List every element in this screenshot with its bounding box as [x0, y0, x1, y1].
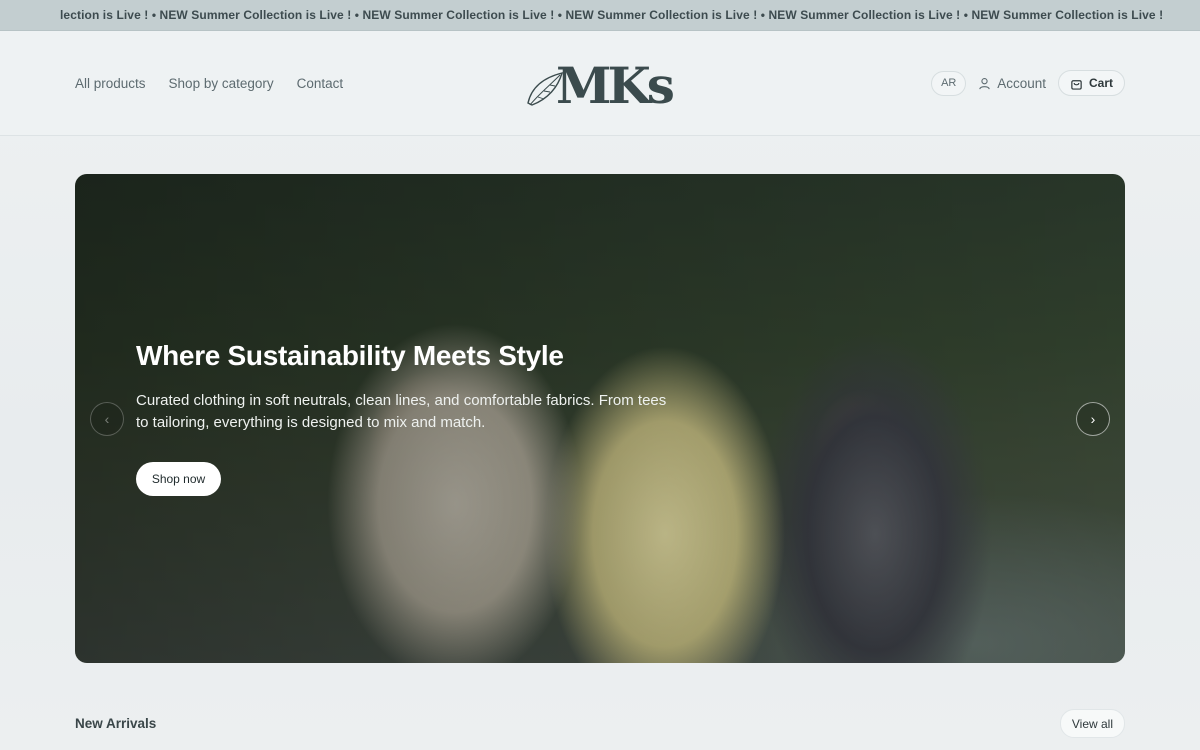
- hero-banner: Where Sustainability Meets Style Curated…: [75, 174, 1125, 663]
- account-label: Account: [997, 75, 1046, 91]
- main-nav: All products Shop by category Contact: [75, 76, 343, 91]
- announcement-text: lection is Live ! • NEW Summer Collectio…: [60, 8, 1164, 22]
- account-link[interactable]: Account: [976, 76, 1048, 91]
- header-actions: AR Account Cart: [931, 70, 1125, 96]
- chevron-left-icon: ‹: [104, 411, 110, 427]
- hero-description: Curated clothing in soft neutrals, clean…: [136, 392, 667, 431]
- shop-now-button[interactable]: Shop now: [136, 462, 221, 496]
- view-all-button[interactable]: View all: [1059, 709, 1125, 738]
- nav-all-products[interactable]: All products: [75, 76, 146, 91]
- leaf-logo-icon: MKs: [527, 56, 678, 115]
- carousel-prev-button[interactable]: ‹: [90, 402, 124, 436]
- announcement-bar: lection is Live ! • NEW Summer Collectio…: [0, 0, 1200, 31]
- cart-label: Cart: [1088, 76, 1113, 90]
- chevron-right-icon: ›: [1090, 411, 1096, 427]
- shopping-bag-icon: [1071, 79, 1082, 90]
- hero-title: Where Sustainability Meets Style: [136, 340, 564, 371]
- brand-logo[interactable]: MKs: [524, 51, 678, 117]
- new-arrivals-title: New Arrivals: [75, 716, 157, 731]
- nav-contact[interactable]: Contact: [297, 76, 344, 91]
- logo-wordmark: MKs: [556, 56, 674, 115]
- carousel-next-button[interactable]: ›: [1076, 402, 1110, 436]
- language-toggle[interactable]: AR: [931, 70, 967, 96]
- site-header: All products Shop by category Contact MK…: [0, 31, 1200, 136]
- nav-shop-by-category[interactable]: Shop by category: [169, 76, 274, 91]
- cart-button[interactable]: Cart: [1057, 70, 1125, 96]
- user-icon: [979, 77, 990, 89]
